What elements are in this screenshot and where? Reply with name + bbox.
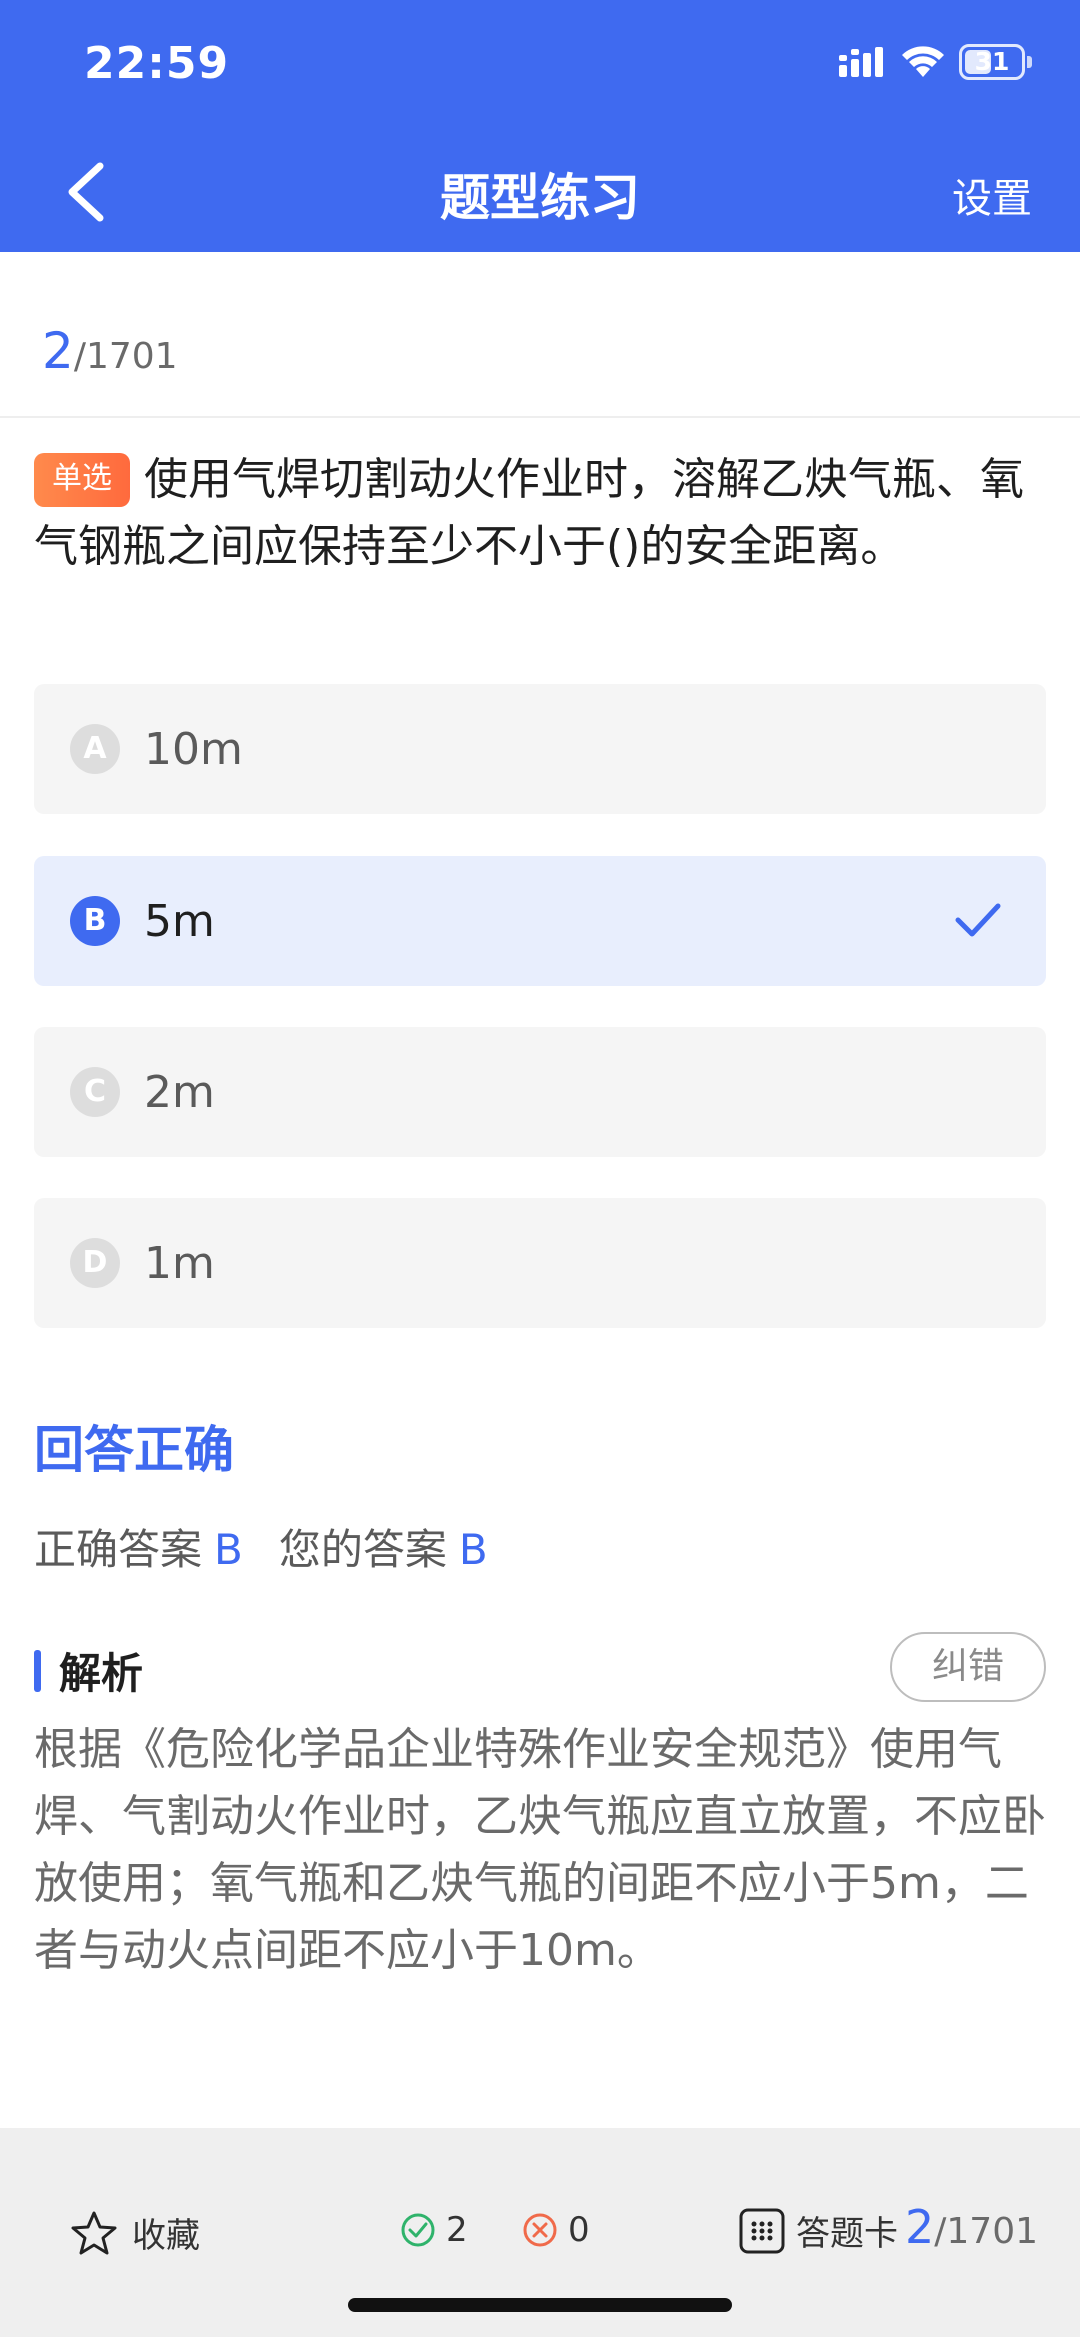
wrong-count: 0 xyxy=(522,2210,590,2250)
your-answer-value: B xyxy=(458,1525,488,1574)
correct-count: 2 xyxy=(400,2210,468,2250)
analysis-header: 解析 xyxy=(34,1640,143,1701)
status-icons: 31 xyxy=(839,44,1032,80)
checkmark-icon xyxy=(955,903,1001,937)
option-text-c: 2m xyxy=(144,1066,215,1118)
option-c[interactable]: C 2m xyxy=(34,1027,1046,1157)
analysis-accent-bar xyxy=(34,1649,41,1692)
answer-card-label: 答题卡 xyxy=(796,2214,898,2254)
option-text-b: 5m xyxy=(144,895,215,947)
favorite-label: 收藏 xyxy=(132,2216,200,2256)
correct-circle-icon xyxy=(401,2213,435,2247)
correct-count-value: 2 xyxy=(446,2210,468,2250)
total-questions: /1701 xyxy=(73,336,178,377)
question-counter: 2/1701 xyxy=(42,322,178,380)
report-error-button[interactable]: 纠错 xyxy=(890,1632,1046,1702)
correct-answer-label: 正确答案 xyxy=(34,1525,203,1574)
option-text-d: 1m xyxy=(144,1237,215,1289)
question-text: 使用气焊切割动火作业时，溶解乙炔气瓶、氧气钢瓶之间应保持至少不小于()的安全距离… xyxy=(34,454,1024,572)
option-letter-c: C xyxy=(70,1067,120,1117)
bottom-current-number: 2 xyxy=(904,2200,935,2254)
bottom-question-counter: 2/1701 xyxy=(905,2200,1038,2254)
correct-answer-value: B xyxy=(214,1525,243,1574)
answer-result: 回答正确 xyxy=(34,1421,234,1479)
divider xyxy=(0,416,1080,418)
star-icon xyxy=(71,2211,117,2254)
analysis-title: 解析 xyxy=(59,1649,144,1698)
option-letter-a: A xyxy=(70,724,120,774)
top-bar: 22:59 31 题型练习 设置 xyxy=(0,0,1080,252)
grid-icon xyxy=(739,2208,785,2253)
wrong-circle-icon xyxy=(523,2213,557,2247)
analysis-text: 根据《危险化学品企业特殊作业安全规范》使用气焊、气割动火作业时，乙炔气瓶应直立放… xyxy=(34,1724,1046,1976)
wrong-count-value: 0 xyxy=(568,2210,590,2250)
status-time: 22:59 xyxy=(84,38,230,89)
option-text-a: 10m xyxy=(144,723,243,775)
page-title: 题型练习 xyxy=(440,169,640,227)
option-letter-d: D xyxy=(70,1238,120,1288)
current-question-number: 2 xyxy=(42,322,74,380)
option-b[interactable]: B 5m xyxy=(34,856,1046,986)
option-a[interactable]: A 10m xyxy=(34,684,1046,814)
wifi-icon xyxy=(902,46,944,77)
signal-icon xyxy=(839,47,883,77)
home-indicator[interactable] xyxy=(348,2298,732,2312)
question-type-badge: 单选 xyxy=(34,453,130,507)
answer-summary: 正确答案 B 您的答案 B xyxy=(34,1516,524,1577)
answer-card-button[interactable]: 答题卡 xyxy=(738,2206,898,2255)
settings-button[interactable]: 设置 xyxy=(952,166,1032,224)
battery-tip xyxy=(1027,56,1032,68)
favorite-button[interactable]: 收藏 xyxy=(70,2208,200,2257)
your-answer-label: 您的答案 xyxy=(278,1525,447,1574)
question-text-block: 单选 使用气焊切割动火作业时，溶解乙炔气瓶、氧气钢瓶之间应保持至少不小于()的安全… xyxy=(34,446,1044,580)
bottom-total: /1701 xyxy=(934,2211,1038,2252)
option-letter-b: B xyxy=(70,896,120,946)
option-d[interactable]: D 1m xyxy=(34,1198,1046,1328)
battery-level: 31 xyxy=(974,47,1010,76)
battery-icon: 31 xyxy=(959,44,1025,80)
